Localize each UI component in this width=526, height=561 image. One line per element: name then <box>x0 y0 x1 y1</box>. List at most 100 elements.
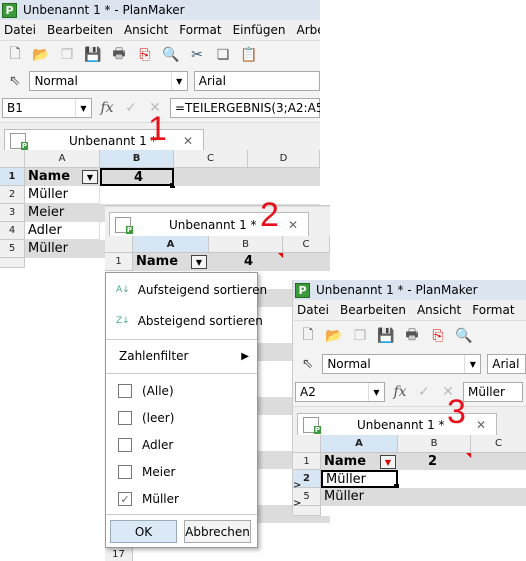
column-header-a[interactable]: A <box>133 236 209 253</box>
ok-button[interactable]: OK <box>110 520 177 543</box>
paste-icon[interactable]: 📋 <box>240 46 258 64</box>
menu-bearbeiten[interactable]: Bearbeiten <box>336 303 413 317</box>
close-icon[interactable]: ✕ <box>183 134 193 148</box>
autofilter-dropdown-button[interactable]: ▼ <box>191 255 207 269</box>
column-header-a[interactable]: A <box>321 435 398 453</box>
menu-ansicht[interactable]: Ansicht <box>413 303 468 317</box>
row-header[interactable]: 3 <box>0 204 25 222</box>
column-header-c[interactable]: C <box>471 435 526 453</box>
select-all-corner[interactable] <box>293 435 321 453</box>
number-filter-item[interactable]: Zahlenfilter ▶ <box>106 344 257 368</box>
sort-descending-item[interactable]: Z↓ Absteigend sortieren <box>106 309 263 333</box>
close-icon[interactable]: ✕ <box>476 418 486 432</box>
column-header-c[interactable]: C <box>283 236 330 253</box>
save-icon[interactable]: 💾 <box>84 46 102 64</box>
font-select[interactable]: Arial <box>487 354 526 374</box>
cell-b1[interactable]: 4 <box>209 253 330 271</box>
checkbox-checked[interactable]: ✓ <box>118 492 132 506</box>
function-icon[interactable]: fx <box>98 99 116 117</box>
menu-arbeitsblatt[interactable]: Arbeitsb <box>293 23 320 37</box>
menu-format[interactable]: Format <box>175 23 228 37</box>
copy-icon[interactable]: ❏ <box>214 46 232 64</box>
open-folder-icon[interactable]: 📂 <box>32 46 50 64</box>
pointer-icon[interactable]: ⇖ <box>6 72 23 90</box>
cancel-button[interactable]: Abbrechen <box>184 520 251 543</box>
menu-einfuegen[interactable]: Einfügen <box>229 23 293 37</box>
row-header[interactable]: 17 <box>105 548 133 561</box>
filter-item-mueller[interactable]: ✓ Müller <box>106 487 257 511</box>
new-document-icon[interactable]: 🗋 <box>6 46 24 64</box>
save-icon[interactable]: 💾 <box>377 327 395 345</box>
cell-a2[interactable]: Müller <box>25 186 100 204</box>
menu-bearbeiten[interactable]: Bearbeiten <box>43 23 120 37</box>
chevron-down-icon[interactable]: ▼ <box>464 355 480 373</box>
filter-item-adler[interactable]: Adler <box>106 433 257 457</box>
menu-ansicht[interactable]: Ansicht <box>120 23 175 37</box>
style-select[interactable]: Normal ▼ <box>322 354 482 374</box>
column-header-d[interactable]: D <box>248 150 320 168</box>
row-header[interactable] <box>0 258 25 268</box>
menu-einfuegen[interactable]: Ei <box>522 303 526 317</box>
chevron-down-icon[interactable]: ▼ <box>368 383 384 401</box>
column-header-a[interactable]: A <box>25 150 100 168</box>
row-header[interactable]: 2 <box>0 186 25 204</box>
recent-files-icon[interactable]: ❐ <box>351 327 369 345</box>
close-icon[interactable]: ✕ <box>288 218 298 232</box>
confirm-check-icon[interactable]: ✓ <box>122 99 140 117</box>
column-header-b[interactable]: B <box>100 150 174 168</box>
autofilter-active-button[interactable]: ▼ <box>380 455 396 469</box>
row-header[interactable]: 5 <box>0 240 25 258</box>
pdf-export-icon[interactable]: ⎘ <box>136 46 154 64</box>
formula-input[interactable]: Müller <box>463 382 523 402</box>
row-header[interactable]: 4 <box>0 222 25 240</box>
cell-b1-selected[interactable]: 4 <box>100 168 174 186</box>
recent-files-icon[interactable]: ❐ <box>58 46 76 64</box>
row-header[interactable]: 1 <box>293 453 321 470</box>
row-header[interactable]: 1 <box>105 253 133 271</box>
cell-reference-box[interactable]: B1 ▼ <box>2 98 92 118</box>
chevron-down-icon[interactable]: ▼ <box>75 99 91 117</box>
print-icon[interactable]: 🖶 <box>110 46 128 64</box>
print-preview-icon[interactable]: 🔍 <box>455 327 473 345</box>
function-icon[interactable]: fx <box>391 383 409 401</box>
cell-a4[interactable]: Adler <box>25 222 100 240</box>
select-all-corner[interactable] <box>0 150 25 168</box>
column-header-b[interactable]: B <box>398 435 471 453</box>
cut-icon[interactable]: ✂ <box>188 46 206 64</box>
style-select[interactable]: Normal ▼ <box>29 71 188 91</box>
font-select[interactable]: Arial <box>193 71 320 91</box>
document-tab[interactable]: Unbenannt 1 * ✕ <box>109 212 309 236</box>
select-all-corner[interactable] <box>105 236 133 253</box>
menu-datei[interactable]: Datei <box>293 303 336 317</box>
row-header[interactable]: 1 <box>0 168 25 186</box>
pointer-icon[interactable]: ⇖ <box>299 355 316 373</box>
filter-item-alle[interactable]: (Alle) <box>106 379 257 403</box>
cell-a5[interactable]: Müller <box>321 488 526 506</box>
cell-c1[interactable] <box>174 168 320 186</box>
print-preview-icon[interactable]: 🔍 <box>162 46 180 64</box>
document-tab[interactable]: Unbenannt 1 * ✕ <box>297 413 497 435</box>
new-document-icon[interactable]: 🗋 <box>299 327 317 345</box>
column-header-b[interactable]: B <box>209 236 283 253</box>
document-tab[interactable]: Unbenannt 1 * ✕ <box>4 129 204 151</box>
filter-item-meier[interactable]: Meier <box>106 460 257 484</box>
column-header-c[interactable]: C <box>174 150 248 168</box>
print-icon[interactable]: 🖶 <box>403 327 421 345</box>
checkbox[interactable] <box>118 438 132 452</box>
cell-a2-selected[interactable]: Müller <box>321 470 398 488</box>
checkbox[interactable] <box>118 384 132 398</box>
chevron-down-icon[interactable]: ▼ <box>170 72 187 90</box>
checkbox[interactable] <box>118 465 132 479</box>
cell-reference-box[interactable]: A2 ▼ <box>295 382 385 402</box>
cell-b1[interactable]: 2 <box>398 453 526 470</box>
checkbox[interactable] <box>118 411 132 425</box>
formula-input[interactable]: =TEILERGEBNIS(3;A2:A5) <box>170 98 320 118</box>
menu-format[interactable]: Format <box>468 303 521 317</box>
open-folder-icon[interactable]: 📂 <box>325 327 343 345</box>
confirm-check-icon[interactable]: ✓ <box>415 383 433 401</box>
sort-ascending-item[interactable]: A↓ Aufsteigend sortieren <box>106 278 267 302</box>
menu-datei[interactable]: Datei <box>0 23 43 37</box>
autofilter-dropdown-button[interactable]: ▼ <box>82 170 98 184</box>
filter-item-leer[interactable]: (leer) <box>106 406 257 430</box>
pdf-export-icon[interactable]: ⎘ <box>429 327 447 345</box>
